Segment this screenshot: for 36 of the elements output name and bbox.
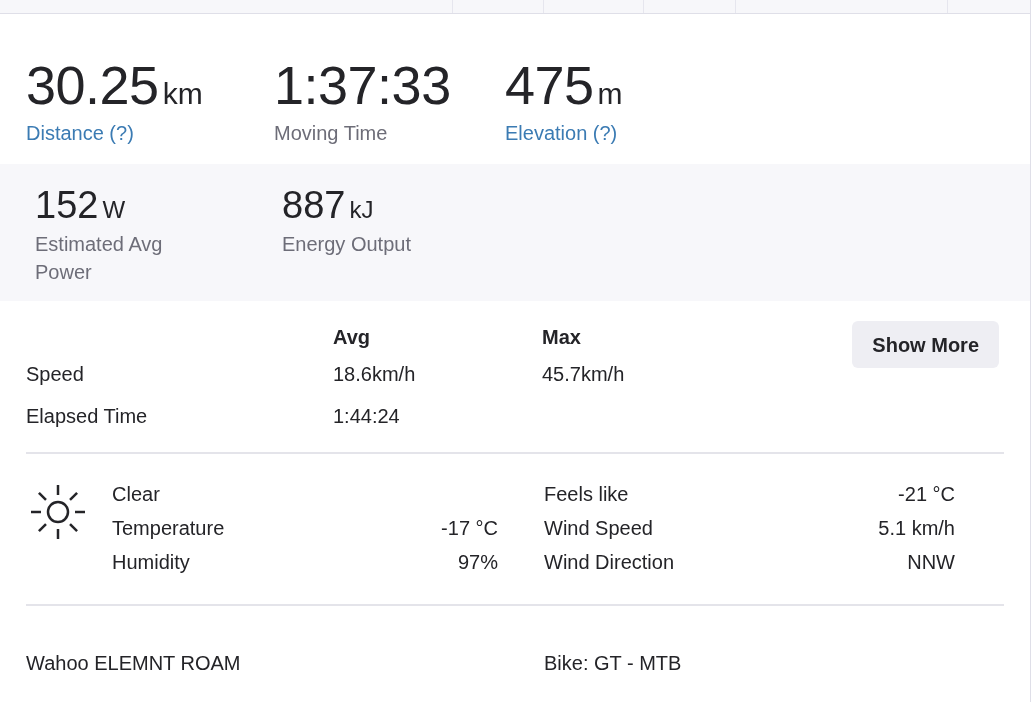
bike-name: Bike: GT - MTB [544, 651, 682, 676]
weather-value: -21 °C [898, 482, 955, 507]
stat-value: 152 [35, 186, 99, 224]
table-cell: 1:44:24 [333, 405, 400, 427]
weather-label: Wind Speed [544, 516, 653, 541]
stat-value: 887 [282, 186, 346, 224]
weather-label: Feels like [544, 482, 629, 507]
weather-value: NNW [907, 550, 955, 575]
sun-icon [30, 484, 86, 540]
weather-label: Clear [112, 482, 160, 507]
row-label: Speed [26, 362, 85, 387]
stat-unit: kJ [349, 198, 374, 222]
weather-value: 5.1 km/h [878, 516, 955, 541]
stat-unit: W [102, 198, 126, 222]
weather-label: Humidity [112, 550, 190, 575]
stat-value: 1:37:33 [274, 58, 451, 112]
show-more-button[interactable]: Show More [852, 321, 999, 368]
stat-label[interactable]: Distance (?) [26, 120, 274, 146]
weather-value: -17 °C [441, 516, 498, 541]
column-header: Avg [333, 325, 372, 350]
stat-unit: m [597, 79, 623, 109]
table-cell: 45.7km/h [542, 363, 625, 385]
stat-value: 30.25 [26, 58, 159, 112]
stat-value: 475 [505, 58, 594, 112]
weather-label: Temperature [112, 516, 225, 541]
row-label: Elapsed Time [26, 404, 149, 429]
device-name: Wahoo ELEMNT ROAM [26, 651, 242, 676]
stat-label: Energy Output [282, 232, 412, 257]
weather-value: 97% [457, 550, 498, 575]
stat-unit: km [162, 79, 203, 109]
stat-label: Estimated Avg Power [35, 232, 164, 285]
stat-label[interactable]: Elevation (?) [505, 120, 745, 146]
stat-label: Moving Time [274, 121, 389, 146]
weather-label: Wind Direction [544, 550, 675, 575]
table-cell: 18.6km/h [333, 363, 416, 385]
column-header: Max [542, 325, 582, 350]
